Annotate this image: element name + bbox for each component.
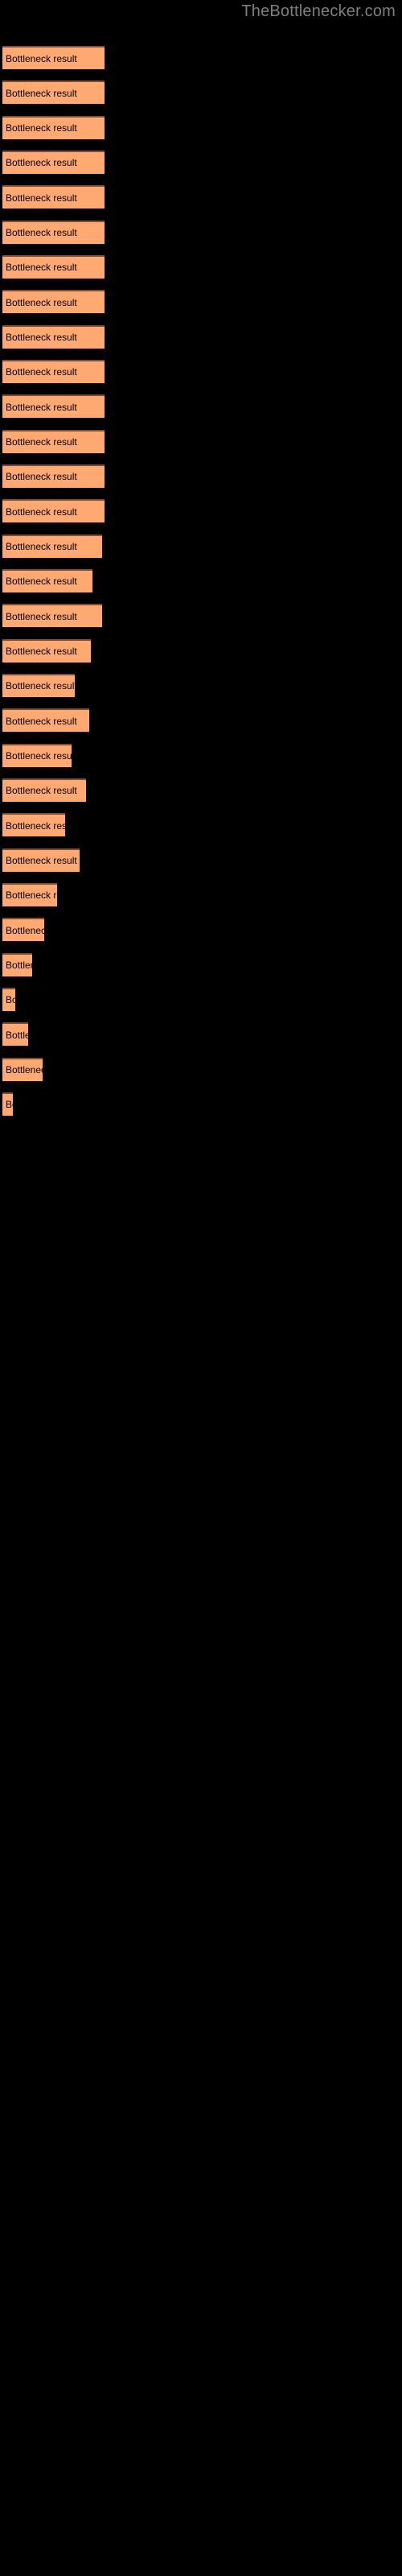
bar-label: Bottleneck result [6, 646, 77, 658]
bar-label: Bottleneck result [6, 471, 77, 483]
bar-item[interactable]: Bottleneck result [2, 1057, 43, 1081]
bar-item[interactable]: Bottleneck result [2, 115, 105, 139]
bar-label: Bottleneck result [6, 1099, 13, 1111]
bar-label: Bottleneck result [6, 819, 65, 832]
bar-label: Bottleneck result [6, 1064, 43, 1076]
bar-label: Bottleneck result [6, 122, 77, 134]
bar-item[interactable]: Bottleneck result [2, 1022, 28, 1046]
bar-label: Bottleneck result [6, 680, 75, 692]
bar-item[interactable]: Bottleneck result [2, 708, 89, 733]
bar-label: Bottleneck result [6, 401, 77, 413]
bar-label: Bottleneck result [6, 296, 77, 308]
bar-item[interactable]: Bottleneck result [2, 638, 91, 663]
bar-label: Bottleneck result [6, 157, 77, 169]
bar-item[interactable]: Bottleneck result [2, 185, 105, 209]
bar-item[interactable]: Bottleneck result [2, 46, 105, 69]
bar-item[interactable]: Bottleneck result [2, 429, 105, 453]
bar-series: Bottleneck result Bottleneck result Bottle… [0, 0, 402, 2576]
bar-item[interactable]: Bottleneck result [2, 952, 32, 976]
bar-label: Bottleneck result [6, 192, 77, 204]
bar-label: Bottleneck result [6, 332, 77, 344]
bar-item[interactable]: Bottleneck result [2, 987, 15, 1011]
bar-item[interactable]: Bottleneck result [2, 394, 105, 419]
bar-label: Bottleneck result [6, 715, 77, 727]
bar-label: Bottleneck result [6, 924, 44, 936]
bar-item[interactable]: Bottleneck result [2, 568, 92, 592]
bar-item[interactable]: Bottleneck result [2, 673, 75, 697]
bar-item[interactable]: Bottleneck result [2, 290, 105, 314]
bar-label: Bottleneck result [6, 436, 77, 448]
bar-item[interactable]: Bottleneck result [2, 604, 102, 628]
bar-item[interactable]: Bottleneck result [2, 464, 105, 488]
bar-item[interactable]: Bottleneck result [2, 778, 86, 802]
bar-item[interactable]: Bottleneck result [2, 220, 105, 244]
bar-item[interactable]: Bottleneck result [2, 918, 44, 942]
bar-label: Bottleneck result [6, 994, 15, 1006]
bar-label: Bottleneck result [6, 610, 77, 622]
bar-label: Bottleneck result [6, 960, 32, 972]
bar-label: Bottleneck result [6, 576, 77, 588]
bar-label: Bottleneck result [6, 855, 77, 867]
bar-label: Bottleneck result [6, 785, 77, 797]
bar-label: Bottleneck result [6, 541, 77, 553]
bar-item[interactable]: Bottleneck result [2, 324, 105, 349]
bar-item[interactable]: Bottleneck result [2, 813, 65, 837]
bar-item[interactable]: Bottleneck result [2, 499, 105, 523]
bar-label: Bottleneck result [6, 506, 77, 518]
bar-label: Bottleneck result [6, 52, 77, 64]
bar-label: Bottleneck result [6, 890, 57, 902]
bar-item[interactable]: Bottleneck result [2, 359, 105, 383]
bar-label: Bottleneck result [6, 1029, 28, 1041]
bar-label: Bottleneck result [6, 750, 72, 762]
bar-item[interactable]: Bottleneck result [2, 882, 57, 906]
bar-item[interactable]: Bottleneck result [2, 848, 80, 872]
bar-item[interactable]: Bottleneck result [2, 254, 105, 279]
bar-label: Bottleneck result [6, 262, 77, 274]
bar-label: Bottleneck result [6, 87, 77, 99]
bar-item[interactable]: Bottleneck result [2, 150, 105, 174]
bar-item[interactable]: Bottleneck result [2, 1092, 13, 1116]
bar-item[interactable]: Bottleneck result [2, 534, 102, 558]
bar-label: Bottleneck result [6, 227, 77, 239]
bar-item[interactable]: Bottleneck result [2, 80, 105, 105]
bar-item[interactable]: Bottleneck result [2, 743, 72, 767]
bottleneck-chart: TheBottlenecker.com Bottleneck result Bot… [0, 0, 402, 2576]
bar-label: Bottleneck result [6, 366, 77, 378]
